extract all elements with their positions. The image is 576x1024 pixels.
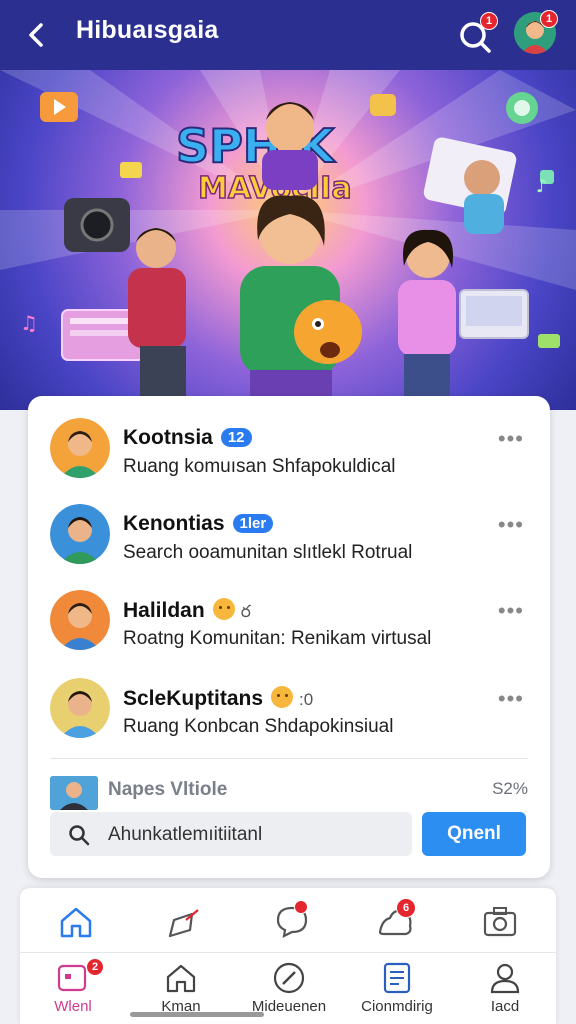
member-count-badge: 1ler bbox=[232, 514, 274, 533]
community-extra: :0 bbox=[299, 690, 314, 709]
nav-label: Cionmdirig bbox=[361, 998, 433, 1015]
notification-badge: 6 bbox=[396, 898, 416, 918]
open-button[interactable]: Qnenl bbox=[422, 812, 526, 856]
top-app-bar: Hibuaısgaia 1 1 bbox=[0, 0, 576, 70]
featured-percent: S2% bbox=[492, 779, 528, 798]
list-item[interactable]: ScleKuptitans :0 Ruang Konbcan Shdapokins… bbox=[28, 664, 550, 744]
svg-text:♪: ♪ bbox=[536, 176, 548, 197]
member-count-badge: 12 bbox=[220, 428, 252, 447]
search-field[interactable] bbox=[50, 812, 412, 856]
community-name: Kenontias bbox=[123, 512, 225, 535]
community-description: Ruang Konbcan Shdapokinsiual bbox=[123, 716, 394, 737]
divider bbox=[20, 952, 556, 953]
avatar bbox=[50, 678, 110, 738]
emoji-icon bbox=[212, 598, 235, 620]
search-button[interactable]: 1 bbox=[456, 12, 498, 56]
nav-label: Iacd bbox=[490, 998, 520, 1015]
list-item[interactable]: Halildan ర Roatng Komunitan: Renikam virt… bbox=[28, 576, 550, 656]
community-name: Kootnsia bbox=[123, 426, 213, 449]
community-description: Roatng Komunitan: Renikam virtusal bbox=[123, 628, 432, 649]
community-extra: ర bbox=[240, 602, 251, 621]
home-icon bbox=[166, 964, 196, 993]
hero-banner: ♫ ♪ SPHIK MAVocIIa bbox=[0, 70, 576, 410]
search-input[interactable] bbox=[106, 818, 406, 852]
page-title: Hibuaısgaia bbox=[76, 16, 219, 44]
featured-title: Napes Vltiole bbox=[108, 779, 228, 800]
home-icon[interactable] bbox=[56, 902, 96, 942]
community-list-card: Kootnsia 12 Ruang komuısan Shfapokuldical… bbox=[28, 396, 550, 878]
avatar bbox=[50, 590, 110, 650]
banner-illustration: ♫ ♪ SPHIK MAVocIIa bbox=[0, 70, 576, 410]
more-options-icon[interactable]: ••• bbox=[498, 426, 524, 452]
community-description: Search ooamunitan slıtlekl Rotrual bbox=[123, 542, 413, 563]
bottom-panel: 6 2 Wlenl Kman Mideuenen Cionmdirig Iacd bbox=[20, 888, 556, 1024]
svg-text:♫: ♫ bbox=[20, 311, 38, 335]
chat-badge bbox=[294, 900, 308, 914]
camera-icon[interactable] bbox=[480, 902, 520, 942]
nav-label: Wlenl bbox=[54, 998, 92, 1015]
community-description: Ruang komuısan Shfapokuldical bbox=[123, 456, 396, 477]
avatar bbox=[50, 418, 110, 478]
nav-item-documents[interactable]: Cionmdirig bbox=[352, 958, 442, 1024]
search-icon bbox=[69, 825, 90, 846]
document-icon bbox=[383, 962, 411, 994]
menu-badge: 2 bbox=[86, 958, 104, 976]
share-icon[interactable] bbox=[164, 902, 204, 942]
profile-icon bbox=[490, 963, 520, 994]
more-options-icon[interactable]: ••• bbox=[498, 686, 524, 712]
search-badge: 1 bbox=[480, 12, 498, 30]
divider bbox=[50, 758, 528, 759]
nav-item-menu[interactable]: 2 Wlenl bbox=[28, 958, 118, 1024]
notification-button[interactable]: 6 bbox=[376, 898, 416, 942]
more-options-icon[interactable]: ••• bbox=[498, 512, 524, 538]
avatar bbox=[50, 504, 110, 564]
more-options-icon[interactable]: ••• bbox=[498, 598, 524, 624]
avatar-badge: 1 bbox=[540, 10, 558, 28]
nav-item-profile[interactable]: Iacd bbox=[460, 958, 550, 1024]
list-item[interactable]: Kootnsia 12 Ruang komuısan Shfapokuldical… bbox=[28, 404, 550, 484]
emoji-icon bbox=[271, 686, 294, 708]
chat-button[interactable] bbox=[272, 900, 312, 942]
featured-thumbnail bbox=[50, 776, 98, 810]
compass-icon bbox=[273, 962, 305, 994]
community-name: Halildan bbox=[123, 599, 205, 622]
back-arrow-icon[interactable] bbox=[20, 18, 54, 52]
home-indicator[interactable] bbox=[130, 1012, 264, 1017]
community-name: ScleKuptitans bbox=[123, 687, 264, 710]
quick-action-bar: 6 bbox=[20, 888, 556, 952]
list-item[interactable]: Kenontias 1ler Search ooamunitan slıtlekl… bbox=[28, 490, 550, 570]
